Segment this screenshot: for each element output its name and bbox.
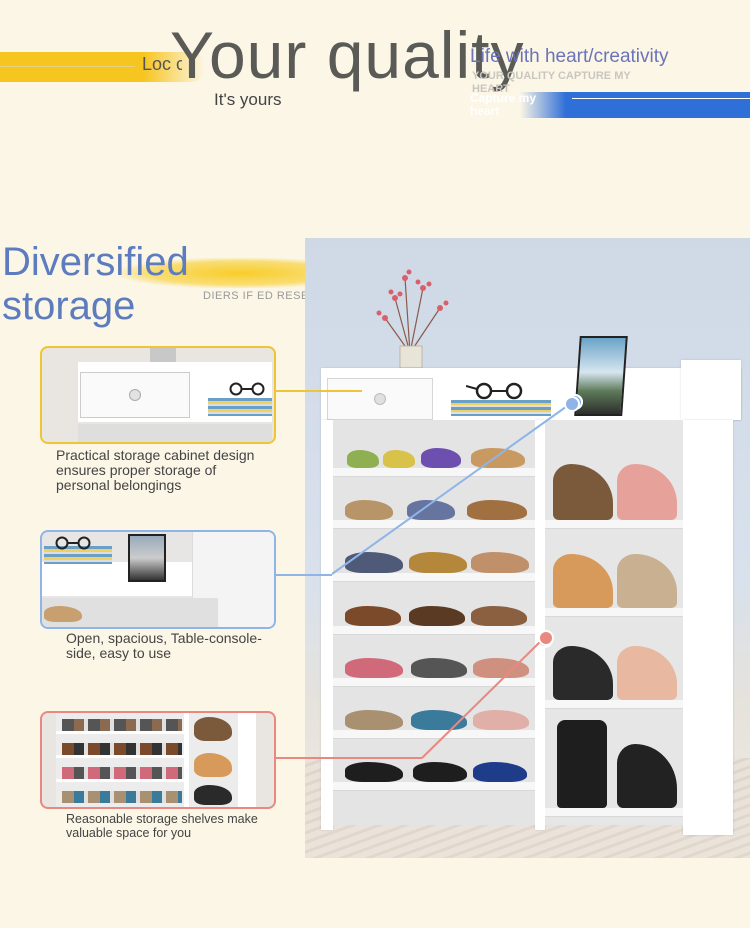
decorative-line <box>0 66 135 67</box>
shelf <box>333 782 535 791</box>
decorative-line <box>572 98 750 99</box>
shoe-row <box>62 767 182 779</box>
drawer-knob <box>129 389 141 401</box>
shelf <box>56 755 186 758</box>
detail-box-drawer <box>40 346 276 444</box>
detail-lower-shelf <box>78 424 272 442</box>
hotspot-dot-blue[interactable] <box>564 396 580 412</box>
cabinet-right-panel <box>238 713 256 807</box>
shoe-row <box>62 719 182 731</box>
detail-lower-shelf <box>42 598 218 627</box>
section-title-line2: storage <box>2 284 136 328</box>
detail-caption-1: Practical storage cabinet design ensures… <box>56 447 255 493</box>
flower-vase-icon <box>376 269 449 368</box>
detail-caption-2: Open, spacious, Table-console-side, easy… <box>66 630 262 661</box>
shelf <box>56 731 186 734</box>
tagline: Life with heart/creativity <box>470 46 669 67</box>
hotspot-dot-red[interactable] <box>538 630 554 646</box>
cabinet-divider <box>184 713 189 807</box>
connector-lines <box>272 403 571 759</box>
section-title: Diversified storage <box>2 240 189 328</box>
glasses-icon <box>466 382 523 400</box>
detail-vase <box>150 348 176 362</box>
detail-caption-3: Reasonable storage shelves make valuable… <box>66 812 258 840</box>
photo-frame-icon <box>128 534 166 582</box>
glasses-icon <box>229 382 265 396</box>
shoe-row <box>62 743 182 755</box>
connector-line-yellow <box>272 390 362 392</box>
shoe-row <box>62 791 182 803</box>
cabinet-right-panel <box>683 420 733 835</box>
detail-books <box>208 398 272 416</box>
cabinet-side-wall <box>681 360 741 420</box>
shelf <box>545 808 683 817</box>
small-caps-text-2: Capture my heart <box>470 91 537 118</box>
page-subtitle: It's yours <box>214 90 282 109</box>
shoe <box>44 606 82 622</box>
section-title-line1: Diversified <box>2 240 189 284</box>
shelf <box>56 779 186 782</box>
glasses-icon <box>55 536 91 550</box>
detail-drawer <box>80 372 190 418</box>
detail-box-shelves <box>40 711 276 809</box>
detail-box-tabletop <box>40 530 276 629</box>
